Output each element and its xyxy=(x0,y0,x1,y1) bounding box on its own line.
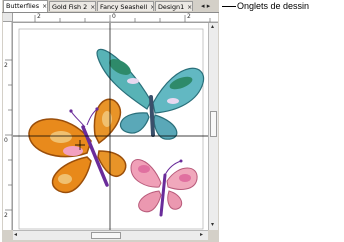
horizontal-scrollbar[interactable]: ◂ ▸ xyxy=(13,230,208,240)
tab-label: Design1 xyxy=(158,3,185,11)
vertical-scrollbar[interactable]: ▴ ▾ xyxy=(208,23,218,230)
tab-scroll-arrows-icon[interactable]: ◂ ▸ xyxy=(201,1,215,11)
ruler-label: 0 xyxy=(112,13,116,20)
embroidery-design xyxy=(13,23,208,230)
design-window: Butterflies × Gold Fish 2 × Fancy Seashell… xyxy=(2,0,219,242)
close-icon[interactable]: × xyxy=(150,4,153,11)
ruler-label: 2 xyxy=(187,13,191,20)
horizontal-scroll-thumb[interactable] xyxy=(91,232,121,239)
ruler-label: 2 xyxy=(4,62,8,69)
tab-design1[interactable]: Design1 × xyxy=(155,1,193,11)
scroll-right-icon[interactable]: ▸ xyxy=(200,231,203,238)
tab-label: Gold Fish 2 xyxy=(52,3,88,11)
tab-fancy-seashell[interactable]: Fancy Seashell× xyxy=(97,1,154,11)
ruler-corner xyxy=(3,13,13,22)
tab-bar: Butterflies × Gold Fish 2 × Fancy Seashell… xyxy=(2,0,219,13)
tab-butterflies[interactable]: Butterflies × xyxy=(3,0,48,12)
tab-label: Fancy Seashell xyxy=(100,3,148,11)
horizontal-ruler: 2 0 2 xyxy=(13,13,218,23)
ruler-label: 0 xyxy=(4,137,8,144)
close-icon[interactable]: × xyxy=(187,4,192,11)
design-canvas[interactable] xyxy=(13,23,208,230)
close-icon[interactable]: × xyxy=(42,3,47,10)
orange-butterfly xyxy=(28,98,127,194)
scroll-down-icon[interactable]: ▾ xyxy=(211,221,214,228)
pink-butterfly xyxy=(130,159,198,217)
ruler-ticks xyxy=(5,22,12,230)
scroll-up-icon[interactable]: ▴ xyxy=(211,23,214,30)
callout-label: Onglets de dessin xyxy=(237,1,310,11)
callout-line xyxy=(222,6,236,7)
vertical-ruler: 2 0 2 xyxy=(3,22,13,230)
scroll-left-icon[interactable]: ◂ xyxy=(14,231,17,238)
ruler-label: 2 xyxy=(37,13,41,20)
vertical-scroll-thumb[interactable] xyxy=(210,111,217,137)
tab-gold-fish-2[interactable]: Gold Fish 2 × xyxy=(49,1,96,11)
close-icon[interactable]: × xyxy=(90,4,95,11)
ruler-label: 2 xyxy=(4,212,8,219)
tab-label: Butterflies xyxy=(6,2,40,10)
